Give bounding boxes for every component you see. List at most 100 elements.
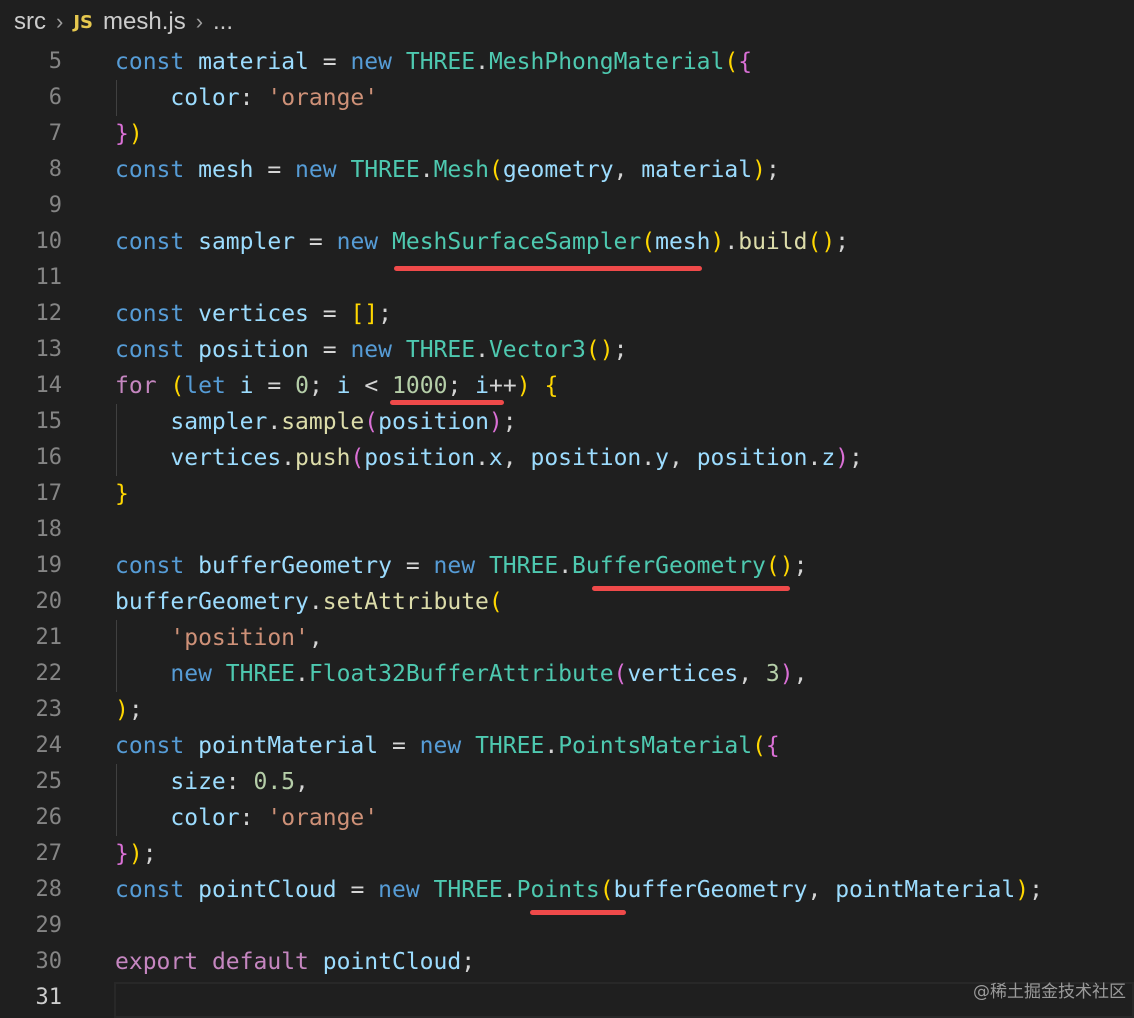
code-line[interactable]: 7 }) <box>0 116 1134 152</box>
code-line[interactable]: 17 } <box>0 476 1134 512</box>
line-number: 19 <box>35 553 63 578</box>
token: position <box>696 445 808 471</box>
breadcrumb-folder[interactable]: src <box>14 8 46 36</box>
token: . <box>281 445 296 471</box>
line-number: 7 <box>48 121 62 146</box>
token: , <box>668 445 697 471</box>
token: position <box>198 337 309 363</box>
token: : <box>225 769 254 795</box>
code-line[interactable]: 14 for (let i = 0; i < 1000; i++) { <box>0 368 1134 404</box>
token: position <box>378 409 489 435</box>
token: 1000 <box>392 373 448 399</box>
code-line[interactable]: 5 const material = new THREE.MeshPhongMa… <box>0 44 1134 80</box>
token: . <box>558 553 573 579</box>
token: Float32BufferAttribute <box>308 661 614 687</box>
token: new <box>419 733 462 759</box>
code-line[interactable]: 25 size: 0.5, <box>0 764 1134 800</box>
code-text: ); <box>115 697 143 723</box>
code-line[interactable]: 31 <box>0 980 1134 1016</box>
token: position <box>364 445 476 471</box>
token: new <box>336 229 379 255</box>
annotation-underline <box>390 400 504 405</box>
code-line[interactable]: 23 ); <box>0 692 1134 728</box>
token: size <box>170 769 226 795</box>
token: = <box>295 229 337 255</box>
breadcrumb-ellipsis[interactable]: ... <box>213 8 233 36</box>
line-number: 14 <box>35 373 63 398</box>
token: . <box>475 337 489 363</box>
code-text: const vertices = []; <box>115 301 392 327</box>
token: . <box>267 409 282 435</box>
code-line[interactable]: 26 color: 'orange' <box>0 800 1134 836</box>
line-number: 5 <box>48 49 62 74</box>
token: . <box>475 445 489 471</box>
code-text: const pointCloud = new THREE.Points(buff… <box>115 877 1043 903</box>
token: . <box>544 733 559 759</box>
token: new <box>378 877 420 903</box>
code-line[interactable]: 24 const pointMaterial = new THREE.Point… <box>0 728 1134 764</box>
code-text: vertices.push(position.x, position.y, po… <box>170 445 863 471</box>
token: . <box>724 229 739 255</box>
breadcrumb: src › JS mesh.js › ... <box>0 0 1134 44</box>
code-line[interactable]: 21 'position', <box>0 620 1134 656</box>
token: 0 <box>295 373 309 399</box>
token: const <box>115 49 185 75</box>
token: 'position' <box>170 625 309 651</box>
code-line[interactable]: 15 sampler.sample(position); <box>0 404 1134 440</box>
code-line[interactable]: 8 const mesh = new THREE.Mesh(geometry, … <box>0 152 1134 188</box>
token: z <box>821 445 836 471</box>
token: 'orange' <box>267 805 379 831</box>
token: const <box>115 553 185 579</box>
code-line[interactable]: 13 const position = new THREE.Vector3(); <box>0 332 1134 368</box>
token: MeshSurfaceSampler <box>392 229 642 255</box>
code-line[interactable]: 16 vertices.push(position.x, position.y,… <box>0 440 1134 476</box>
token: ; <box>308 373 323 399</box>
line-number: 9 <box>48 193 62 218</box>
token: ; <box>502 409 517 435</box>
code-line[interactable]: 28 const pointCloud = new THREE.Points(b… <box>0 872 1134 908</box>
line-number: 31 <box>35 985 63 1010</box>
token: pointCloud <box>322 949 462 975</box>
token: vertices <box>627 661 739 687</box>
code-line[interactable]: 6 color: 'orange' <box>0 80 1134 116</box>
code-line[interactable]: 9 <box>0 188 1134 224</box>
token: , <box>502 445 531 471</box>
token: ; <box>849 445 863 471</box>
token: new <box>433 553 476 579</box>
watermark: @稀土掘金技术社区 <box>973 982 1126 1002</box>
token: ++ <box>489 373 517 399</box>
token: ; <box>613 337 628 363</box>
code-editor[interactable]: 5 const material = new THREE.MeshPhongMa… <box>0 44 1134 1018</box>
line-number: 13 <box>35 337 63 362</box>
token: i <box>475 373 490 399</box>
code-line[interactable]: 18 <box>0 512 1134 548</box>
token: . <box>308 589 323 615</box>
token: = <box>308 337 351 363</box>
token: ; <box>378 301 392 327</box>
token: pointMaterial <box>835 877 1016 903</box>
code-line[interactable]: 27 }); <box>0 836 1134 872</box>
code-text: const sampler = new MeshSurfaceSampler(m… <box>115 229 850 255</box>
line-number: 25 <box>35 769 63 794</box>
code-line[interactable]: 20 bufferGeometry.setAttribute( <box>0 584 1134 620</box>
line-number: 28 <box>35 877 63 902</box>
token: ; <box>461 949 476 975</box>
token: THREE <box>475 733 545 759</box>
token: new <box>350 49 392 75</box>
code-line[interactable]: 12 const vertices = []; <box>0 296 1134 332</box>
token: Mesh <box>433 157 489 183</box>
line-number: 10 <box>35 229 63 254</box>
token: = <box>253 157 296 183</box>
code-line[interactable]: 30 export default pointCloud; <box>0 944 1134 980</box>
token: < <box>350 373 393 399</box>
token: pointMaterial <box>198 733 379 759</box>
line-number: 20 <box>35 589 63 614</box>
code-text: color: 'orange' <box>115 800 378 836</box>
code-line[interactable]: 10 const sampler = new MeshSurfaceSample… <box>0 224 1134 260</box>
code-text: const material = new THREE.MeshPhongMate… <box>115 49 753 75</box>
code-line[interactable]: 19 const bufferGeometry = new THREE.Buff… <box>0 548 1134 584</box>
code-text: new THREE.Float32BufferAttribute(vertice… <box>170 661 808 687</box>
breadcrumb-file[interactable]: mesh.js <box>103 8 186 36</box>
token: . <box>419 157 434 183</box>
code-line[interactable]: 22 new THREE.Float32BufferAttribute(vert… <box>0 656 1134 692</box>
